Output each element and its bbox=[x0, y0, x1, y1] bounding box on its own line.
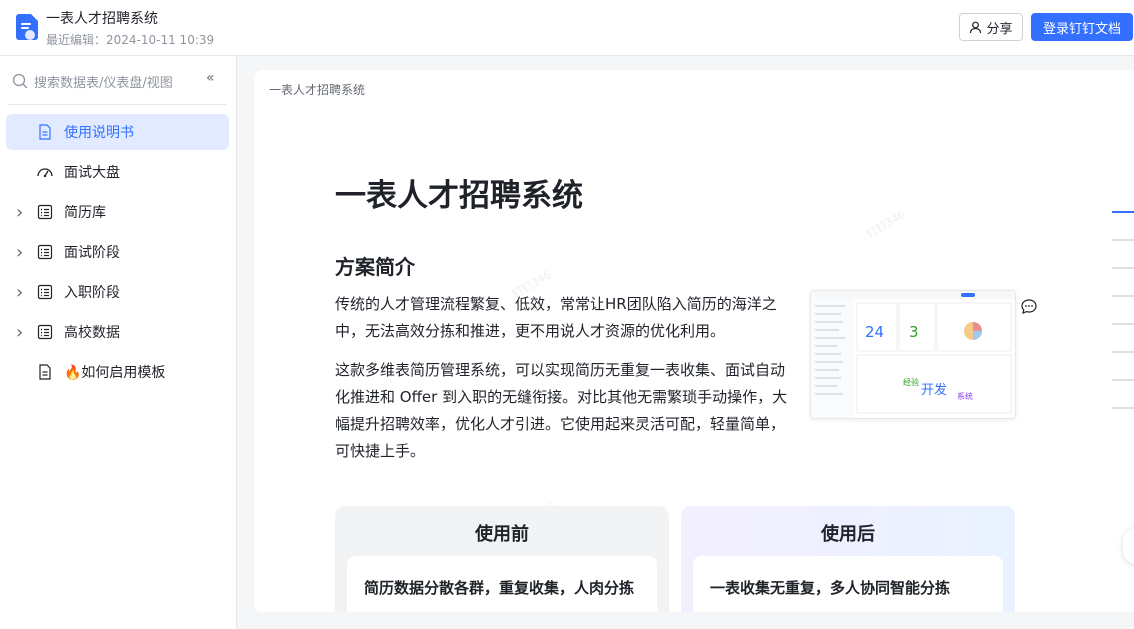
table-icon bbox=[36, 283, 54, 301]
sidebar-item-label: 高校数据 bbox=[64, 325, 120, 341]
outline-marker[interactable] bbox=[1112, 239, 1134, 241]
sidebar-item-label: 入职阶段 bbox=[64, 285, 120, 301]
share-label: 分享 bbox=[986, 21, 1013, 37]
comment-icon[interactable] bbox=[1020, 298, 1038, 316]
sidebar-item-label: 面试大盘 bbox=[64, 165, 120, 181]
doc-icon bbox=[36, 123, 54, 141]
search-placeholder: 搜索数据表/仪表盘/视图 bbox=[34, 75, 173, 91]
preview-word-1: 开发 bbox=[921, 383, 948, 398]
outline-marker[interactable] bbox=[1112, 351, 1134, 353]
before-text: 简历数据分散各群，重复收集，人肉分拣 bbox=[364, 579, 635, 597]
dashboard-thumbnail bbox=[811, 291, 1015, 418]
chevron-right-icon[interactable]: › bbox=[16, 282, 26, 303]
after-text: 一表收集无重复，多人协同智能分拣 bbox=[710, 579, 951, 597]
breadcrumb[interactable]: 一表人才招聘系统 bbox=[269, 81, 365, 98]
outline-marker[interactable] bbox=[1112, 407, 1134, 409]
top-bar: 一表人才招聘系统 最近编辑：2024-10-11 10:39 分享 登录钉钉文档 bbox=[0, 0, 1134, 56]
sidebar-nav: 使用说明书面试大盘 › 简历库 › 面试阶段 › 入职阶段 › 高校数据 🔥如何启用模板 bbox=[6, 114, 229, 394]
document-app-icon bbox=[16, 14, 38, 40]
sidebar-item-label: 简历库 bbox=[64, 205, 106, 221]
sidebar-item[interactable]: › 面试阶段 bbox=[6, 234, 229, 270]
outline-marker[interactable] bbox=[1112, 379, 1134, 381]
table-icon bbox=[36, 243, 54, 261]
outline-marker[interactable] bbox=[1112, 295, 1134, 297]
outline-marker[interactable] bbox=[1112, 267, 1134, 269]
preview-stat-2: 3 bbox=[909, 323, 919, 341]
preview-word-2: 经验 bbox=[903, 378, 919, 387]
more-icon[interactable]: ⋮ bbox=[1128, 78, 1134, 94]
document-content: 一表人才招聘系统 ⋮ 钉钉346 钉钉346 钉钉346 一表人才招聘系统 方案… bbox=[254, 70, 1134, 612]
chevron-right-icon[interactable]: › bbox=[16, 242, 26, 263]
page-title: 一表人才招聘系统 bbox=[335, 178, 583, 214]
divider bbox=[8, 104, 226, 105]
sidebar-item[interactable]: 面试大盘 bbox=[6, 154, 229, 190]
chevron-right-icon[interactable]: › bbox=[16, 202, 26, 223]
document-title: 一表人才招聘系统 bbox=[46, 11, 158, 27]
outline-marker[interactable] bbox=[1112, 323, 1134, 325]
before-panel: 使用前 简历数据分散各群，重复收集，人肉分拣 bbox=[335, 506, 669, 612]
before-title: 使用前 bbox=[475, 524, 529, 545]
doc-icon bbox=[36, 363, 54, 381]
sidebar-item-label: 🔥如何启用模板 bbox=[64, 365, 166, 381]
share-icon bbox=[970, 21, 982, 33]
search-icon bbox=[12, 73, 28, 89]
login-button[interactable]: 登录钉钉文档 bbox=[1031, 13, 1133, 41]
section-title: 方案简介 bbox=[335, 255, 415, 279]
table-icon bbox=[36, 203, 54, 221]
sidebar-item-label: 面试阶段 bbox=[64, 245, 120, 261]
sidebar-item[interactable]: › 入职阶段 bbox=[6, 274, 229, 310]
after-panel: 使用后 一表收集无重复，多人协同智能分拣 bbox=[681, 506, 1015, 612]
description-paragraph: 这款多维表简历管理系统，可以实现简历无重复一表收集、面试自动化推进和 Offer… bbox=[335, 361, 788, 460]
sidebar-item[interactable]: 🔥如何启用模板 bbox=[6, 354, 229, 390]
share-button[interactable]: 分享 bbox=[959, 13, 1023, 41]
table-icon bbox=[36, 323, 54, 341]
sidebar-item[interactable]: › 高校数据 bbox=[6, 314, 229, 350]
watermark: 钉钉346 bbox=[863, 208, 908, 241]
collapse-sidebar-icon[interactable]: « bbox=[206, 70, 215, 86]
after-title: 使用后 bbox=[821, 524, 875, 545]
sidebar-item-label: 使用说明书 bbox=[64, 125, 134, 141]
after-card: 一表收集无重复，多人协同智能分拣 bbox=[693, 556, 1003, 612]
before-card: 简历数据分散各群，重复收集，人肉分拣 bbox=[347, 556, 657, 612]
bottom-strip bbox=[237, 612, 1134, 629]
intro-paragraph: 传统的人才管理流程繁复、低效，常常让HR团队陷入简历的海洋之中，无法高效分拣和推… bbox=[335, 295, 777, 340]
last-edited-text: 最近编辑：2024-10-11 10:39 bbox=[46, 33, 215, 47]
outline-marker-active[interactable] bbox=[1112, 211, 1134, 213]
sidebar: 搜索数据表/仪表盘/视图 « 使用说明书面试大盘 › 简历库 › 面试阶段 › 入职阶段 › 高… bbox=[0, 56, 237, 629]
preview-word-3: 系统 bbox=[957, 392, 973, 401]
chevron-right-icon[interactable]: › bbox=[16, 322, 26, 343]
sidebar-item[interactable]: 使用说明书 bbox=[6, 114, 229, 150]
sidebar-search[interactable]: 搜索数据表/仪表盘/视图 bbox=[12, 68, 226, 94]
floating-action-button[interactable] bbox=[1123, 528, 1134, 564]
preview-image[interactable]: 24 3 开发 经验 系统 bbox=[810, 290, 1016, 419]
dashboard-icon bbox=[36, 163, 54, 181]
sidebar-item[interactable]: › 简历库 bbox=[6, 194, 229, 230]
preview-stat-1: 24 bbox=[865, 323, 885, 341]
